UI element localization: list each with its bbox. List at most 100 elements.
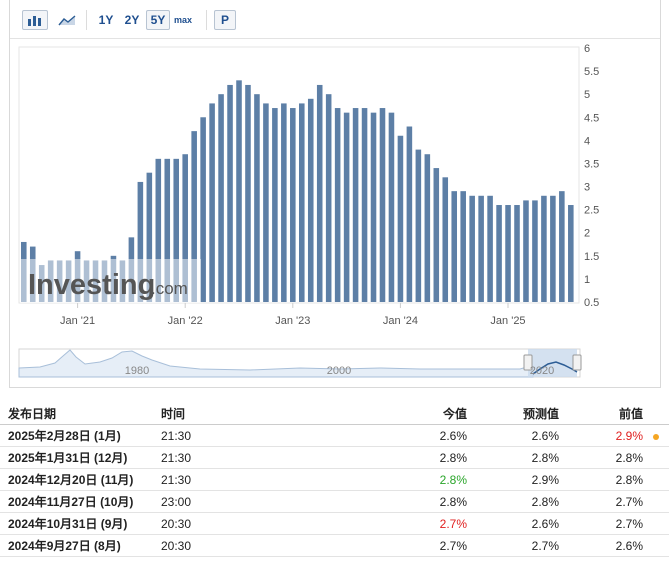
y-tick-label: 1 bbox=[584, 274, 590, 286]
y-tick-label: 0.5 bbox=[584, 297, 599, 309]
table-row[interactable]: 2025年2月28日 (1月) 21:30 2.6% 2.6% 2.9% bbox=[0, 424, 669, 447]
table-row[interactable]: 2024年10月31日 (9月) 20:30 2.7% 2.6% 2.7% bbox=[0, 512, 669, 535]
previous-value-cell: 2.6% bbox=[559, 534, 643, 557]
column-header-date[interactable]: 发布日期 bbox=[0, 402, 158, 425]
bar[interactable] bbox=[388, 112, 395, 303]
forecast-value-cell: 2.6% bbox=[467, 512, 559, 535]
table-row[interactable]: 2024年12月20日 (11月) 21:30 2.8% 2.9% 2.8% bbox=[0, 468, 669, 491]
marker-cell bbox=[643, 468, 669, 491]
x-tick-label: Jan '25 bbox=[490, 315, 525, 327]
release-date-cell: 2024年9月27日 (8月) bbox=[0, 534, 158, 557]
bar[interactable] bbox=[263, 103, 269, 302]
actual-value-cell: 2.7% bbox=[351, 512, 467, 535]
previous-value-cell: 2.7% bbox=[559, 512, 643, 535]
chart-plot: 65.554.543.532.521.510.5 Jan '21 Jan '22 J… bbox=[18, 43, 599, 378]
bar[interactable] bbox=[397, 135, 404, 302]
y-tick-label: 3 bbox=[584, 182, 590, 194]
bar[interactable] bbox=[487, 195, 493, 302]
bar[interactable] bbox=[523, 200, 529, 302]
bar[interactable] bbox=[433, 168, 440, 302]
bar[interactable] bbox=[451, 191, 458, 302]
bar[interactable] bbox=[218, 94, 224, 303]
marker-cell bbox=[643, 424, 669, 447]
forecast-value-cell: 2.7% bbox=[467, 534, 559, 557]
navigator-label: 2000 bbox=[327, 365, 351, 377]
y-axis: 6 5.5 5 4.5 4 3.5 3 2.5 2 1.5 1 0.5 bbox=[584, 43, 599, 309]
bar[interactable] bbox=[343, 112, 350, 303]
x-tick-label: Jan '22 bbox=[168, 315, 203, 327]
bar[interactable] bbox=[514, 205, 520, 302]
release-time-cell: 20:30 bbox=[158, 512, 351, 535]
column-header-actual[interactable]: 今值 bbox=[351, 402, 467, 425]
bar[interactable] bbox=[415, 149, 422, 302]
watermark-text: Investing bbox=[28, 269, 155, 301]
navigator[interactable]: 1980 2000 2020 bbox=[18, 348, 582, 378]
bar[interactable] bbox=[281, 103, 287, 302]
x-tick-label: Jan '24 bbox=[383, 315, 418, 327]
bar[interactable] bbox=[559, 191, 565, 302]
bar[interactable] bbox=[370, 112, 377, 303]
bar[interactable] bbox=[550, 195, 556, 302]
x-tick-label: Jan '21 bbox=[60, 315, 95, 327]
previous-value-cell: 2.9% bbox=[559, 424, 643, 447]
bar[interactable] bbox=[406, 126, 413, 302]
column-header-time[interactable]: 时间 bbox=[158, 402, 351, 425]
bar[interactable] bbox=[460, 191, 466, 302]
y-tick-label: 3.5 bbox=[584, 159, 599, 171]
bar[interactable] bbox=[361, 108, 368, 302]
bar[interactable] bbox=[316, 84, 323, 302]
bar[interactable] bbox=[505, 205, 511, 302]
y-tick-label: 2.5 bbox=[584, 205, 599, 217]
watermark-suffix: .com bbox=[151, 279, 188, 298]
table-row[interactable]: 2024年11月27日 (10月) 23:00 2.8% 2.8% 2.7% bbox=[0, 490, 669, 513]
navigator-label: 2020 bbox=[530, 365, 554, 377]
bar[interactable] bbox=[272, 108, 278, 302]
bar[interactable] bbox=[442, 177, 449, 302]
y-tick-label: 2 bbox=[584, 228, 590, 240]
bar[interactable] bbox=[299, 103, 305, 302]
release-time-cell: 23:00 bbox=[158, 490, 351, 513]
table-row[interactable]: 2024年9月27日 (8月) 20:30 2.7% 2.7% 2.6% bbox=[0, 534, 669, 557]
bar[interactable] bbox=[290, 108, 296, 302]
bar[interactable] bbox=[568, 205, 574, 302]
bar[interactable] bbox=[227, 84, 233, 302]
bar[interactable] bbox=[532, 200, 538, 302]
y-tick-label: 4 bbox=[584, 135, 590, 147]
actual-value-cell: 2.6% bbox=[351, 424, 467, 447]
x-tick-label: Jan '23 bbox=[275, 315, 310, 327]
y-tick-label: 5 bbox=[584, 89, 590, 101]
investing-watermark: Investing .com bbox=[20, 259, 201, 303]
bar[interactable] bbox=[245, 84, 251, 302]
bar[interactable] bbox=[379, 108, 386, 302]
actual-value-cell: 2.7% bbox=[351, 534, 467, 557]
release-time-cell: 21:30 bbox=[158, 424, 351, 447]
bar[interactable] bbox=[254, 94, 260, 303]
bar[interactable] bbox=[334, 108, 341, 302]
bar[interactable] bbox=[424, 154, 431, 302]
previous-value-cell: 2.7% bbox=[559, 490, 643, 513]
release-date-cell: 2025年2月28日 (1月) bbox=[0, 424, 158, 447]
bar[interactable] bbox=[469, 195, 475, 302]
table-row[interactable]: 2025年1月31日 (12月) 21:30 2.8% 2.8% 2.8% bbox=[0, 446, 669, 469]
bar[interactable] bbox=[325, 94, 332, 303]
column-header-marker bbox=[643, 402, 669, 425]
bar[interactable] bbox=[236, 80, 242, 302]
bar[interactable] bbox=[478, 195, 484, 302]
column-header-previous[interactable]: 前值 bbox=[559, 402, 643, 425]
actual-value-cell: 2.8% bbox=[351, 468, 467, 491]
navigator-handle-right[interactable] bbox=[572, 354, 582, 371]
forecast-value-cell: 2.6% bbox=[467, 424, 559, 447]
release-time-cell: 21:30 bbox=[158, 446, 351, 469]
forecast-value-cell: 2.8% bbox=[467, 490, 559, 513]
bar[interactable] bbox=[200, 117, 206, 303]
column-header-forecast[interactable]: 预测值 bbox=[467, 402, 559, 425]
marker-cell bbox=[643, 534, 669, 557]
bar[interactable] bbox=[496, 205, 502, 302]
release-time-cell: 20:30 bbox=[158, 534, 351, 557]
bar[interactable] bbox=[541, 195, 547, 302]
bar[interactable] bbox=[209, 103, 215, 302]
bar[interactable] bbox=[352, 108, 359, 302]
marker-cell bbox=[643, 512, 669, 535]
y-tick-label: 1.5 bbox=[584, 251, 599, 263]
bar[interactable] bbox=[307, 98, 314, 302]
